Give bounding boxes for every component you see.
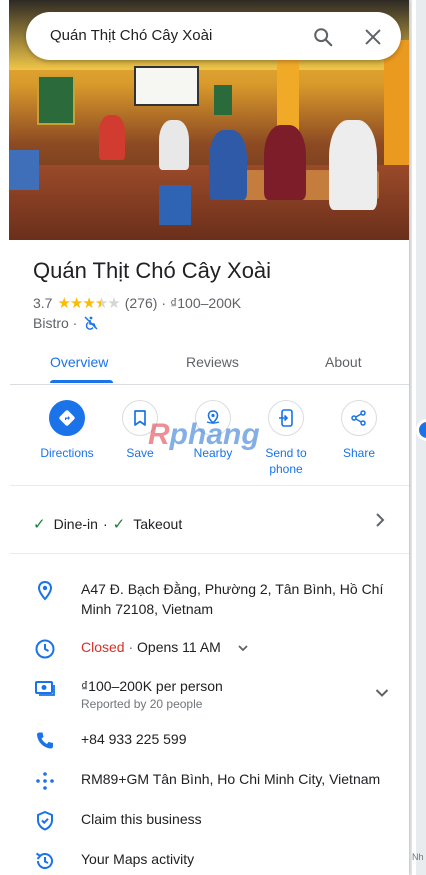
hours-row[interactable]: Closed · Opens 11 AM [33,637,393,659]
hours-status: Closed [81,639,125,655]
search-box[interactable]: Quán Thịt Chó Cây Xoài [26,12,401,60]
divider [10,553,409,554]
tab-reviews[interactable]: Reviews [186,354,239,370]
clock-icon [35,639,55,659]
chevron-down-icon[interactable] [374,685,390,701]
price-level: ₫100–200K [170,295,242,311]
bookmark-icon [134,410,146,426]
location-pin-icon [37,580,53,601]
place-tabs: Overview Reviews About [10,340,409,385]
rating-separator: · [161,295,167,311]
check-icon: ✓ [112,516,126,533]
wheelchair-inaccessible-icon [84,316,98,330]
watermark-logo: Rphang [148,418,260,452]
place-details-panel: Quán Thịt Chó Cây Xoài Quán Thịt Chó Cây… [0,0,409,875]
claim-business-label: Claim this business [81,811,202,827]
map-road [412,0,416,875]
phone-number: +84 933 225 599 [81,731,187,747]
plus-code-icon [36,772,54,790]
takeout-label: Takeout [133,516,183,532]
tab-about[interactable]: About [325,354,362,370]
directions-label: Directions [40,446,94,460]
shield-icon [37,810,53,831]
watermark-part2: phang [169,418,260,451]
maps-activity-label: Your Maps activity [81,851,195,867]
maps-activity-row[interactable]: Your Maps activity [33,849,393,871]
tab-overview[interactable]: Overview [50,354,108,370]
category-label[interactable]: Bistro · [33,315,77,331]
check-icon: ✓ [33,516,46,533]
plus-code-row[interactable]: RM89+GM Tân Bình, Ho Chi Minh City, Viet… [33,769,393,791]
send-to-phone-label: Send to phone [265,446,307,476]
map-location-pin-icon[interactable] [416,419,426,441]
divider [10,485,409,486]
send-to-phone-icon [279,409,293,427]
directions-button[interactable]: Directions [32,400,102,461]
money-icon [35,681,55,696]
watermark-part1: R [148,418,170,451]
share-button[interactable]: Share [324,400,394,461]
price-per-person: ₫100–200K per person [81,678,223,694]
price-row[interactable]: ₫100–200K per person Reported by 20 peop… [33,676,393,712]
place-category: Bistro · [33,315,99,331]
map-view[interactable]: Nh [409,0,426,875]
close-icon[interactable] [362,26,384,48]
dine-in-label: Dine-in [53,516,98,532]
rating-value: 3.7 [33,295,53,311]
rating-row: 3.7 ★★★★★ (276) · ₫100–200K [33,294,241,312]
plus-code: RM89+GM Tân Bình, Ho Chi Minh City, Viet… [81,771,381,787]
phone-row[interactable]: +84 933 225 599 [33,729,393,751]
send-to-phone-button[interactable]: Send to phone [251,400,321,477]
directions-icon [59,410,75,426]
share-label: Share [342,446,376,460]
search-query[interactable]: Quán Thịt Chó Cây Xoài [50,27,212,44]
hours-next-open: Opens 11 AM [137,639,221,655]
place-title: Quán Thịt Chó Cây Xoài [33,258,272,283]
review-count[interactable]: (276) [125,295,158,311]
price-reported-by: Reported by 20 people [81,697,203,711]
map-edge-label: Nh [412,852,424,862]
search-icon[interactable] [312,26,334,48]
active-tab-indicator [50,380,113,383]
address-row[interactable]: A47 Đ. Bạch Đằng, Phường 2, Tân Bình, Hồ… [33,579,393,621]
claim-business-row[interactable]: Claim this business [33,809,393,831]
rating-stars-icon[interactable]: ★★★★★ [57,294,120,312]
service-options[interactable]: ✓ Dine-in · ✓ Takeout [33,515,182,533]
phone-icon [37,732,53,749]
share-icon [351,410,366,426]
chevron-down-icon[interactable] [237,642,249,654]
hours-separator: · [124,639,138,655]
address-text: A47 Đ. Bạch Đằng, Phường 2, Tân Bình, Hồ… [81,581,384,617]
service-separator: · [102,516,108,532]
history-icon [35,852,53,869]
chevron-right-icon[interactable] [373,510,387,530]
